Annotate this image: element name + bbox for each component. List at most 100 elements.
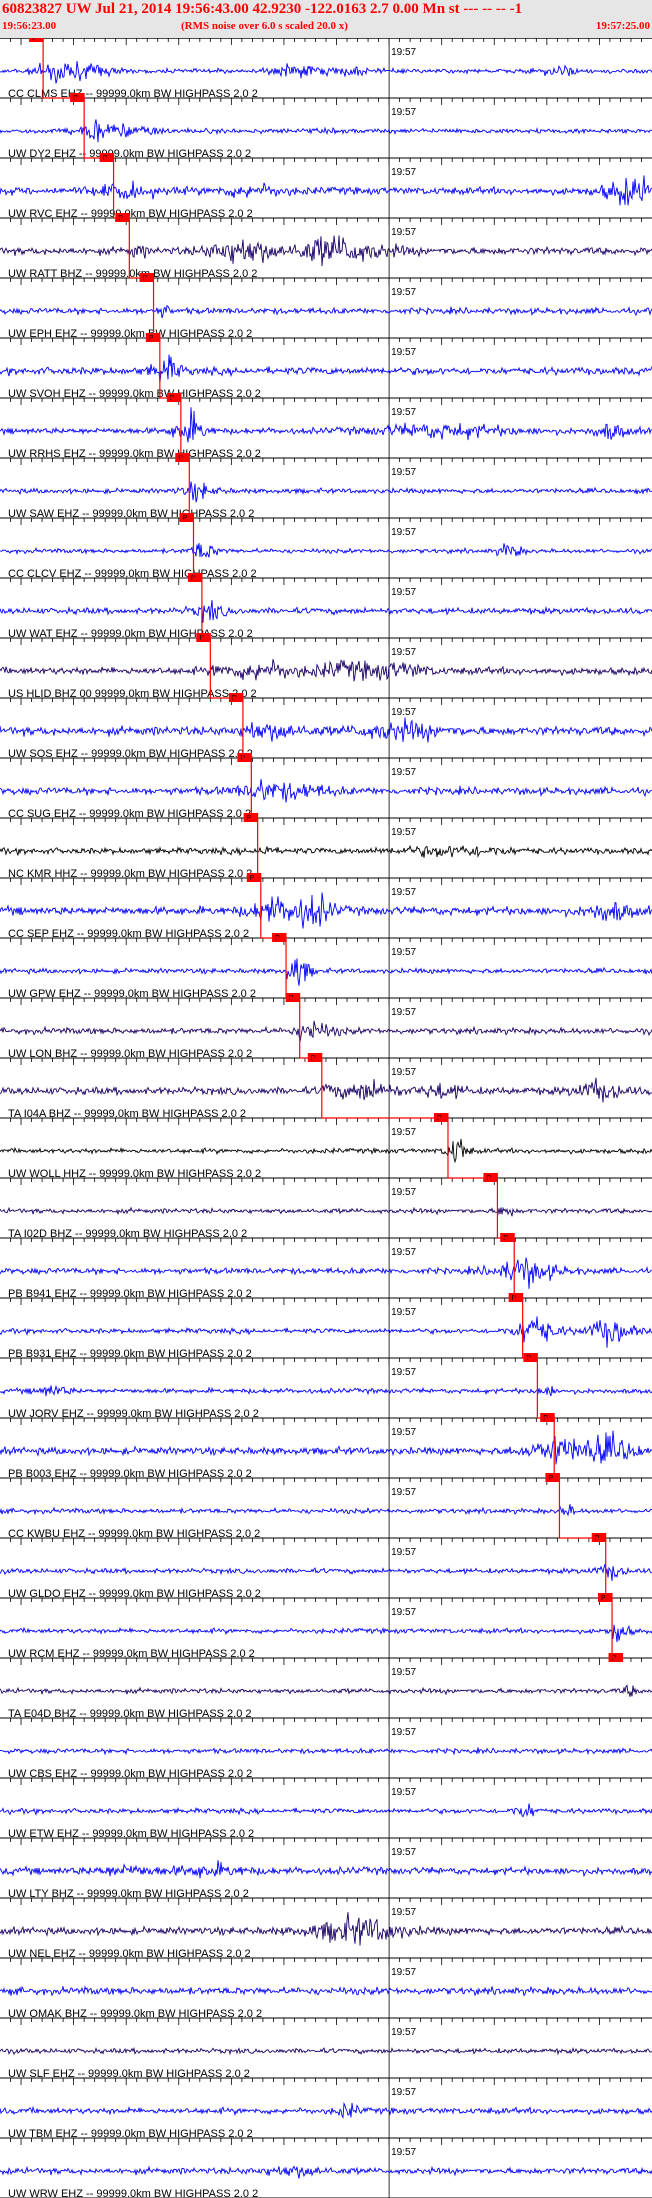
time-ticks [10,2138,642,2145]
minute-label: 19:57 [391,467,416,478]
minute-label: 19:57 [391,587,416,598]
end-time: 19:57:25.00 [595,20,650,32]
time-ticks [10,458,642,465]
header-bar: 60823827 UW Jul 21, 2014 19:56:43.00 42.… [0,0,652,39]
time-ticks [10,758,642,765]
pick-marker-label: P [32,38,37,42]
waveform-trace [0,1684,652,1697]
time-ticks [10,638,642,645]
minute-label: 19:57 [391,347,416,358]
time-ticks [10,818,642,825]
waveform-trace [0,844,652,859]
time-ticks [10,2018,642,2025]
waveform-trace [0,892,652,929]
time-ticks [10,1778,642,1785]
time-ticks [10,938,642,945]
station-trace-row: 19:57UW ETW EHZ -- 99999.0km BW HIGHPASS… [0,1777,652,1840]
time-ticks [10,1718,642,1725]
waveform-trace [0,2165,652,2179]
station-trace-row: 19:57CC CLMS EHZ -- 99999.0km BW HIGHPAS… [0,38,652,100]
station-trace-row: 19:57UW GLDO EHZ -- 99999.0km BW HIGHPAS… [0,1533,652,1600]
minute-label: 19:57 [391,767,416,778]
station-trace-row: 19:57UW RVC EHZ -- 99999.0km BW HIGHPASS… [0,153,652,220]
minute-label: 19:57 [391,1967,416,1978]
station-trace-row: 19:57UW NEL EHZ -- 99999.0km BW HIGHPASS… [0,1897,652,1960]
minute-label: 19:57 [391,227,416,238]
station-trace-row: 19:57CC KWBU EHZ -- 99999.0km BW HIGHPAS… [0,1473,652,1540]
minute-label: 19:57 [391,947,416,958]
station-trace-row: 19:57 UW WRW EHZ -- 99999.0km BW HIGHPASS… [0,2137,652,2198]
station-trace-row: 19:57CC CLCV EHZ -- 99999.0km BW HIGHPAS… [0,513,652,580]
waveform-trace [0,2101,652,2120]
minute-label: 19:57 [391,287,416,298]
pick-marker-label: P [182,515,187,522]
station-trace-row: 19:57UW GPW EHZ -- 99999.0km BW HIGHPASS… [0,933,652,1000]
station-trace-row: 19:57UW LTY BHZ -- 99999.0km BW HIGHPASS… [0,1837,652,1900]
station-trace-row: 19:57UW WAT EHZ -- 99999.0km BW HIGHPASS… [0,573,652,640]
station-trace-row: 19:57TA I02D BHZ -- 99999.0km BW HIGHPAS… [0,1173,652,1240]
waveform-trace [0,175,652,206]
waveform-trace [0,543,652,558]
time-ticks [10,1598,642,1605]
minute-label: 19:57 [391,1847,416,1858]
minute-label: 19:57 [391,1307,416,1318]
time-ticks [10,1238,642,1245]
station-trace-row: 19:57UW OMAK BHZ -- 99999.0km BW HIGHPAS… [0,1957,652,2020]
station-trace-row: 19:57PB B931 EHZ -- 99999.0km BW HIGHPAS… [0,1293,652,1360]
time-ticks [10,1658,642,1665]
waveform-trace [0,1803,652,1818]
minute-label: 19:57 [391,1067,416,1078]
minute-label: 19:57 [391,1247,416,1258]
station-trace-row: 19:57UW SVOH EHZ -- 99999.0km BW HIGHPAS… [0,333,652,400]
time-ticks [10,1058,642,1065]
waveform-trace [0,1624,652,1643]
station-trace-row: 19:57UW WOLL HHZ -- 99999.0km BW HIGHPAS… [0,1113,652,1180]
waveform-trace [0,1985,652,1997]
minute-label: 19:57 [391,1427,416,1438]
minute-label: 19:57 [391,1907,416,1918]
time-ticks [10,98,642,105]
station-trace-row: 19:57NC KMR HHZ -- 99999.0km BW HIGHPASS… [0,813,652,880]
minute-label: 19:57 [391,1007,416,1018]
time-ticks [10,878,642,885]
time-ticks [10,1358,642,1365]
time-ticks [10,398,642,405]
waveform-trace [0,1747,652,1756]
time-ticks [10,1118,642,1125]
waveform-trace [0,481,652,503]
seismogram-page: 60823827 UW Jul 21, 2014 19:56:43.00 42.… [0,0,652,2198]
waveform-trace [0,659,652,682]
station-trace-row: 19:57UW TBM EHZ -- 99999.0km BW HIGHPASS… [0,2077,652,2140]
minute-label: 19:57 [391,1127,416,1138]
waveform-trace [0,407,652,443]
time-ticks [10,1898,642,1905]
station-trace-row: 19:57UW RATT BHZ -- 99999.0km BW HIGHPAS… [0,213,652,280]
time-ticks [10,218,642,225]
minute-label: 19:57 [391,1547,416,1558]
event-title: 60823827 UW Jul 21, 2014 19:56:43.00 42.… [2,1,523,17]
minute-label: 19:57 [391,647,416,658]
waveform-trace [0,1138,652,1164]
waveform-trace [0,958,652,986]
minute-label: 19:57 [391,1487,416,1498]
waveform-trace [0,1206,652,1217]
waveform-trace [0,1912,652,1946]
time-ticks [10,578,642,585]
pick-marker-label: P [250,875,255,882]
waveform-trace [0,1504,652,1517]
waveform-trace [0,1077,652,1103]
minute-label: 19:57 [391,107,416,118]
station-trace-row: 19:57CC SEP EHZ -- 99999.0km BW HIGHPASS… [0,873,652,940]
waveform-trace [0,1316,652,1348]
time-ticks [10,278,642,285]
minute-label: 19:57 [391,707,416,718]
time-ticks [10,38,642,45]
station-trace-row: 19:57PB B941 EHZ -- 99999.0km BW HIGHPAS… [0,1233,652,1300]
minute-label: 19:57 [391,527,416,538]
station-trace-row: 19:57TA I04A BHZ -- 99999.0km BW HIGHPAS… [0,1053,652,1120]
waveform-trace [0,1860,652,1879]
waveform-trace [0,304,652,319]
station-trace-row: 19:57UW JORV EHZ -- 99999.0km BW HIGHPAS… [0,1353,652,1420]
minute-label: 19:57 [391,1367,416,1378]
waveform-trace [0,1020,652,1042]
